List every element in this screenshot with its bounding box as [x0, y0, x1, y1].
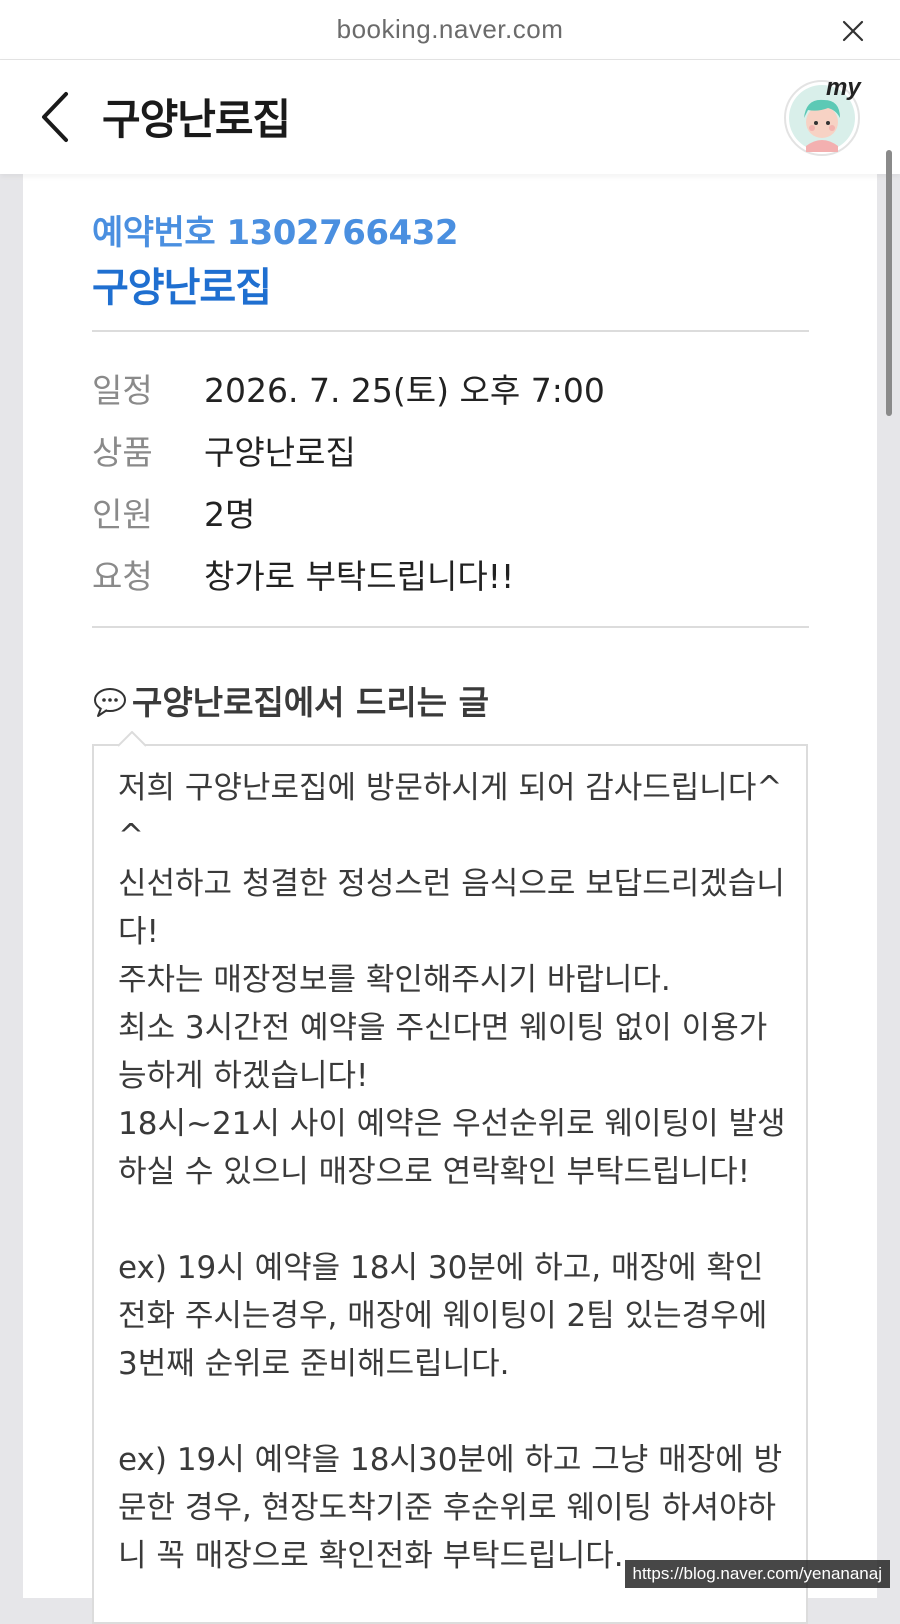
url-text[interactable]: booking.naver.com: [0, 14, 900, 45]
reservation-number: 예약번호 1302766432: [92, 205, 458, 254]
browser-url-bar: booking.naver.com: [0, 0, 900, 60]
info-label: 인원: [92, 488, 202, 536]
info-label: 상품: [92, 426, 202, 474]
watermark: https://blog.naver.com/yenananaj: [625, 1560, 891, 1588]
speech-bubble-icon: [92, 684, 128, 720]
info-value: 창가로 부탁드립니다!!: [204, 550, 514, 598]
divider: [92, 330, 809, 332]
shop-name: 구양난로집: [92, 255, 271, 313]
divider: [92, 626, 809, 628]
chevron-left-icon[interactable]: [38, 90, 74, 144]
my-badge: my: [826, 74, 861, 102]
close-icon[interactable]: [842, 20, 864, 42]
info-label: 요청: [92, 550, 202, 598]
info-value: 구양난로집: [204, 426, 356, 474]
message-box-notch: [118, 731, 146, 747]
message-title: 구양난로집에서 드리는 글: [92, 676, 489, 726]
info-value: 2026. 7. 25(토) 오후 7:00: [204, 364, 605, 412]
info-label: 일정: [92, 364, 202, 412]
info-value: 2명: [204, 488, 255, 536]
scrollbar[interactable]: [886, 150, 892, 416]
app-header: 구양난로집 my: [0, 60, 900, 174]
message-title-text: 구양난로집에서 드리는 글: [132, 683, 489, 722]
page-title: 구양난로집: [102, 86, 290, 147]
message-body: 저희 구양난로집에 방문하시게 되어 감사드립니다^^ 신선하고 청결한 정성스…: [118, 764, 788, 1580]
